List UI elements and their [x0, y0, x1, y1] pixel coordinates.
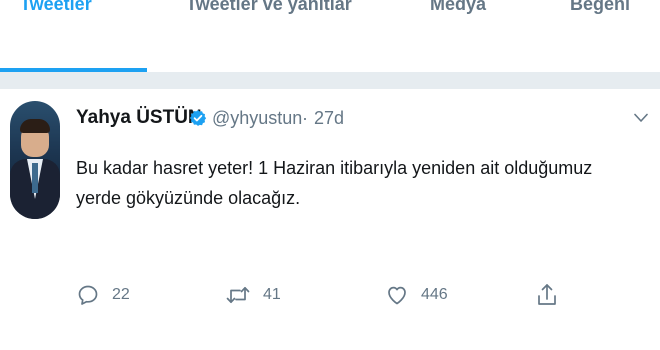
retweet-button[interactable]: 41 [225, 282, 281, 308]
chevron-down-icon[interactable] [634, 113, 648, 123]
tab-tweets-and-replies[interactable]: Tweetler ve yanıtlar [186, 0, 352, 24]
tweet-card[interactable]: Yahya ÜSTÜN @yhyustun · 27d Bu kadar has… [0, 89, 660, 350]
reply-button[interactable]: 22 [76, 282, 130, 308]
avatar[interactable] [10, 101, 60, 219]
tab-tweets[interactable]: Tweetler [20, 0, 92, 24]
tweet-text: Bu kadar hasret yeter! 1 Haziran itibarı… [76, 158, 593, 208]
author-name[interactable]: Yahya ÜSTÜN [76, 107, 202, 129]
tab-likes[interactable]: Beğeni [570, 0, 630, 24]
like-button[interactable]: 446 [385, 282, 448, 308]
author-handle[interactable]: @yhyustun [212, 108, 302, 129]
verified-badge-icon [189, 110, 207, 126]
meta-separator: · [302, 108, 308, 128]
retweet-icon [226, 286, 250, 304]
like-count: 446 [421, 286, 448, 303]
avatar-tie [32, 163, 38, 193]
avatar-hair [20, 119, 50, 133]
share-button[interactable] [535, 282, 559, 308]
active-tab-indicator [0, 68, 147, 72]
section-divider [0, 73, 660, 89]
profile-tabs: Tweetler Tweetler ve yanıtlar Medya Beğe… [0, 0, 660, 73]
tweet-timestamp[interactable]: 27d [314, 108, 344, 129]
tab-media[interactable]: Medya [430, 0, 486, 24]
share-icon [538, 284, 556, 305]
comment-bubble-icon [78, 285, 98, 305]
heart-icon [388, 286, 406, 305]
reply-count: 22 [112, 286, 130, 303]
retweet-count: 41 [263, 286, 281, 303]
